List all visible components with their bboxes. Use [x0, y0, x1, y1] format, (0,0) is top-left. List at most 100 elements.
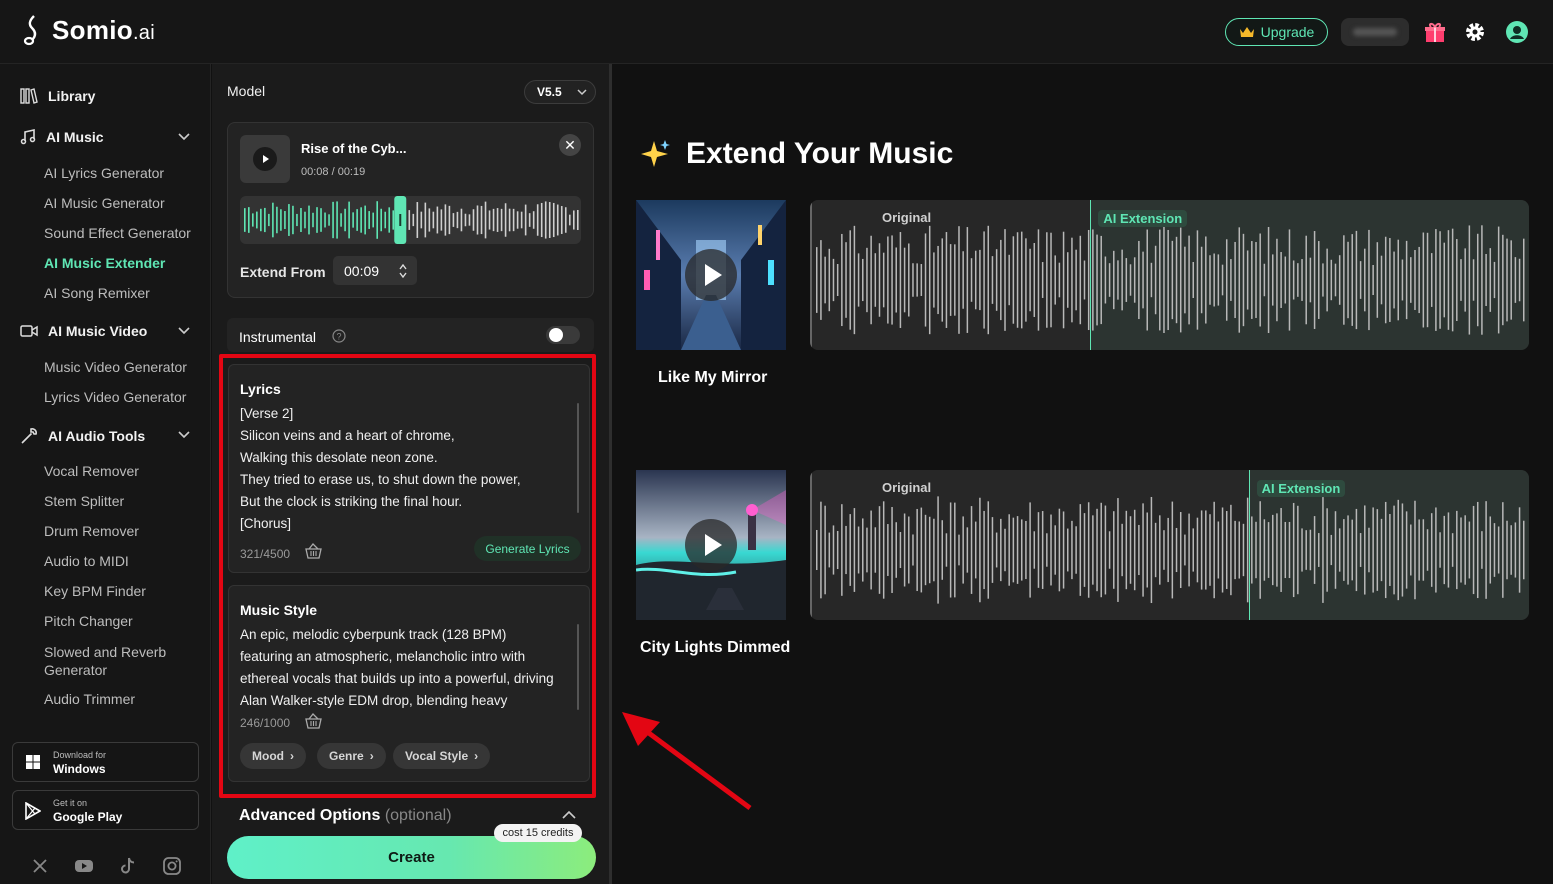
model-label: Model [227, 83, 266, 99]
logo-text: Somio.ai [52, 14, 155, 45]
example-thumbnail-like-my-mirror[interactable] [636, 200, 786, 350]
credits-balance-pill[interactable] [1341, 18, 1409, 46]
user-avatar-icon[interactable] [1505, 20, 1529, 44]
gear-icon[interactable] [1463, 20, 1487, 44]
source-track-card: Rise of the Cyb... 00:08 / 00:19 ✕ Exten… [227, 122, 594, 298]
sidebar-item-ai-song-remixer[interactable]: AI Song Remixer [44, 285, 150, 301]
example-title-like-my-mirror: Like My Mirror [658, 369, 768, 386]
sidebar-item-key-bpm-finder[interactable]: Key BPM Finder [44, 583, 146, 599]
close-icon: ✕ [564, 136, 576, 153]
instrumental-toggle[interactable] [546, 326, 580, 344]
chevron-down-icon [577, 89, 587, 96]
lyrics-char-count: 321/4500 [240, 547, 291, 561]
music-note-logo-icon [23, 15, 37, 46]
play-icon[interactable] [685, 249, 737, 301]
page-title: Extend Your Music [686, 137, 954, 170]
music-style-scrollbar[interactable] [577, 624, 579, 710]
sidebar-item-drum-remover[interactable]: Drum Remover [44, 523, 139, 539]
track-waveform[interactable] [240, 196, 581, 244]
gift-icon[interactable] [1423, 20, 1447, 44]
original-label: Original [882, 480, 932, 495]
sidebar-section-ai-music-video[interactable]: AI Music Video [20, 323, 200, 339]
ai-extension-label: AI Extension [1256, 480, 1346, 497]
instagram-icon[interactable] [162, 856, 182, 876]
advanced-options-toggle[interactable]: Advanced Options (optional) [239, 807, 452, 825]
sidebar-item-lyrics-video-generator[interactable]: Lyrics Video Generator [44, 389, 186, 405]
music-style-textarea[interactable]: An epic, melodic cyberpunk track (128 BP… [240, 624, 580, 712]
upgrade-button[interactable]: Upgrade [1225, 18, 1328, 46]
stepper-icon[interactable] [399, 264, 407, 278]
sidebar-section-ai-music[interactable]: AI Music [20, 129, 200, 145]
lyrics-title: Lyrics [240, 381, 281, 397]
sidebar-item-ai-lyrics-generator[interactable]: AI Lyrics Generator [44, 165, 164, 181]
sidebar-item-library[interactable]: Library [20, 88, 95, 104]
sidebar-item-music-video-generator[interactable]: Music Video Generator [44, 359, 187, 375]
sidebar-item-audio-trimmer[interactable]: Audio Trimmer [44, 691, 135, 707]
chevron-up-icon[interactable] [562, 810, 576, 819]
waveform-start-line [810, 200, 812, 350]
sparkle-icon [641, 140, 670, 167]
music-style-card: Music Style An epic, melodic cyberpunk t… [228, 585, 590, 782]
google-play-icon [25, 802, 41, 820]
genre-chip[interactable]: Genre › [317, 743, 386, 769]
lyrics-textarea[interactable]: [Verse 2] Silicon veins and a heart of c… [240, 403, 570, 535]
extend-from-label: Extend From [240, 264, 326, 280]
play-icon [253, 147, 277, 171]
chevron-down-icon [178, 327, 190, 335]
mood-chip[interactable]: Mood › [240, 743, 306, 769]
chevron-right-icon: › [474, 749, 479, 763]
play-icon[interactable] [685, 519, 737, 571]
waveform-start-line [810, 470, 812, 620]
sidebar-item-stem-splitter[interactable]: Stem Splitter [44, 493, 124, 509]
vocal-style-chip[interactable]: Vocal Style › [393, 743, 491, 769]
chevron-down-icon [178, 431, 190, 439]
instrumental-row: Instrumental ? [227, 318, 594, 352]
logo[interactable]: Somio.ai [22, 14, 155, 46]
music-note-icon [20, 129, 36, 145]
extension-split-line [1248, 470, 1250, 620]
sidebar-section-ai-audio-tools[interactable]: AI Audio Tools [20, 427, 200, 445]
create-button[interactable]: Create [227, 836, 596, 879]
track-time: 00:08 / 00:19 [301, 166, 366, 178]
red-arrow-annotation [622, 712, 752, 811]
extend-from-input[interactable]: 00:09 [333, 256, 417, 285]
track-play-button[interactable] [240, 135, 290, 183]
example-waveform-city-lights-dimmed[interactable]: Original AI Extension [810, 470, 1529, 620]
chevron-right-icon: › [369, 749, 374, 763]
track-title: Rise of the Cyb... [301, 141, 407, 156]
tiktok-icon[interactable] [118, 856, 138, 876]
ai-extension-label: AI Extension [1098, 210, 1188, 227]
youtube-icon[interactable] [74, 856, 94, 876]
library-icon [20, 88, 38, 104]
sidebar-item-pitch-changer[interactable]: Pitch Changer [44, 613, 133, 629]
cost-badge: cost 15 credits [494, 824, 582, 842]
help-icon[interactable]: ? [332, 329, 346, 343]
sidebar-item-slowed-and-reverb-generator[interactable]: Slowed and Reverb Generator [44, 643, 194, 679]
generate-lyrics-button[interactable]: Generate Lyrics [474, 536, 581, 561]
lyrics-scrollbar[interactable] [577, 403, 579, 513]
chevron-down-icon [178, 133, 190, 141]
svg-text:?: ? [336, 332, 341, 342]
music-style-title: Music Style [240, 602, 318, 618]
sidebar-item-sound-effect-generator[interactable]: Sound Effect Generator [44, 225, 191, 241]
video-camera-icon [20, 325, 38, 337]
top-bar: Somio.ai Upgrade [0, 0, 1553, 64]
sidebar-item-audio-to-midi[interactable]: Audio to MIDI [44, 553, 129, 569]
download-windows-button[interactable]: Download for Windows [12, 742, 199, 782]
example-thumbnail-city-lights-dimmed[interactable] [636, 470, 786, 620]
clear-basket-icon[interactable] [305, 713, 322, 729]
x-twitter-icon[interactable] [30, 856, 50, 876]
music-style-char-count: 246/1000 [240, 716, 291, 730]
model-select[interactable]: V5.5 [524, 80, 596, 104]
google-play-button[interactable]: Get it on Google Play [12, 790, 199, 830]
windows-icon [26, 755, 40, 769]
wrench-icon [21, 428, 37, 444]
sidebar-item-ai-music-extender[interactable]: AI Music Extender [44, 255, 165, 271]
remove-track-button[interactable]: ✕ [559, 134, 581, 156]
lyrics-card: Lyrics [Verse 2] Silicon veins and a hea… [228, 364, 590, 573]
clear-basket-icon[interactable] [305, 543, 322, 559]
sidebar-item-ai-music-generator[interactable]: AI Music Generator [44, 195, 165, 211]
example-waveform-like-my-mirror[interactable]: Original AI Extension [810, 200, 1529, 350]
sidebar-item-vocal-remover[interactable]: Vocal Remover [44, 463, 139, 479]
extension-split-line [1090, 200, 1092, 350]
